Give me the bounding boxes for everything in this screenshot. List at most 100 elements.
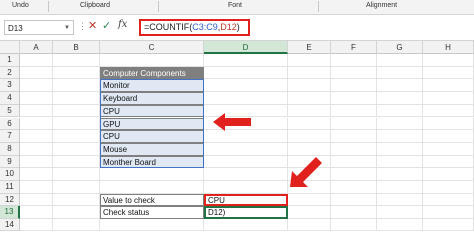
table-item-cell[interactable]: Mouse: [100, 142, 204, 156]
ribbon-group-undo[interactable]: Undo: [12, 2, 29, 9]
grid-cell[interactable]: [288, 117, 331, 131]
grid-cell[interactable]: [423, 168, 474, 181]
grid-cell[interactable]: [288, 104, 331, 118]
grid-cell[interactable]: [204, 130, 288, 143]
grid-cell[interactable]: [53, 79, 100, 93]
grid-cell[interactable]: [423, 219, 474, 232]
grid-cell[interactable]: [377, 66, 423, 80]
column-header-f[interactable]: F: [331, 41, 377, 54]
grid-cell[interactable]: [377, 117, 423, 131]
grid-cell[interactable]: [423, 181, 474, 194]
column-header-b[interactable]: B: [53, 41, 100, 54]
grid-cell[interactable]: [377, 155, 423, 169]
grid-cell[interactable]: [423, 130, 474, 143]
grid-cell[interactable]: [423, 104, 474, 118]
row-header-11[interactable]: 11: [0, 181, 20, 194]
select-all-corner[interactable]: [0, 41, 20, 54]
grid-cell[interactable]: [423, 79, 474, 93]
table-item-cell[interactable]: Monitor: [100, 79, 204, 93]
table-item-cell[interactable]: CPU: [100, 104, 204, 118]
grid-cell[interactable]: [423, 92, 474, 105]
grid-cell[interactable]: [20, 54, 53, 67]
grid-cell[interactable]: [377, 168, 423, 181]
ribbon-group-alignment[interactable]: Alignment: [366, 2, 397, 9]
grid-cell[interactable]: [204, 142, 288, 156]
grid-cell[interactable]: [377, 193, 423, 207]
value-to-check-label[interactable]: Value to check: [100, 193, 204, 207]
row-header-8[interactable]: 8: [0, 142, 20, 156]
grid-cell[interactable]: [53, 117, 100, 131]
table-item-cell[interactable]: GPU: [100, 117, 204, 131]
grid-cell[interactable]: [288, 54, 331, 67]
grid-cell[interactable]: [331, 130, 377, 143]
grid-cell[interactable]: [20, 66, 53, 80]
grid-cell[interactable]: [53, 104, 100, 118]
grid-cell[interactable]: [20, 168, 53, 181]
grid-cell[interactable]: [423, 142, 474, 156]
grid-cell[interactable]: [20, 219, 53, 232]
grid-cell[interactable]: [204, 79, 288, 93]
grid-cell[interactable]: [53, 219, 100, 232]
grid-cell[interactable]: [204, 66, 288, 80]
grid-cell[interactable]: [20, 181, 53, 194]
chevron-down-icon[interactable]: ▼: [64, 21, 70, 36]
grid-cell[interactable]: [20, 193, 53, 207]
grid-cell[interactable]: [53, 66, 100, 80]
grid-cell[interactable]: [20, 130, 53, 143]
grid-cell[interactable]: [204, 92, 288, 105]
grid-cell[interactable]: [100, 219, 204, 232]
grid-cell[interactable]: [377, 181, 423, 194]
row-header-12[interactable]: 12: [0, 193, 20, 207]
row-header-4[interactable]: 4: [0, 92, 20, 105]
column-header-h[interactable]: H: [423, 41, 474, 54]
grid-cell[interactable]: [423, 155, 474, 169]
grid-cell[interactable]: [53, 168, 100, 181]
grid-cell[interactable]: [331, 193, 377, 207]
grid-cell[interactable]: [288, 206, 331, 220]
grid-cell[interactable]: [377, 92, 423, 105]
table-item-cell[interactable]: Keyboard: [100, 92, 204, 105]
grid-cell[interactable]: [331, 104, 377, 118]
cancel-icon[interactable]: ✕: [88, 19, 97, 32]
row-header-14[interactable]: 14: [0, 219, 20, 232]
grid-cell[interactable]: [288, 79, 331, 93]
grid-cell[interactable]: [423, 117, 474, 131]
row-header-2[interactable]: 2: [0, 66, 20, 80]
table-item-cell[interactable]: Monther Board: [100, 155, 204, 169]
grid-cell[interactable]: [53, 142, 100, 156]
grid-cell[interactable]: [20, 117, 53, 131]
grid-cell[interactable]: [100, 54, 204, 67]
grid-cell[interactable]: [331, 142, 377, 156]
grid-cell[interactable]: [423, 206, 474, 220]
column-header-c[interactable]: C: [100, 41, 204, 54]
grid-cell[interactable]: [53, 155, 100, 169]
grid-cell[interactable]: [331, 117, 377, 131]
grid-cell[interactable]: [377, 130, 423, 143]
grid-cell[interactable]: [377, 79, 423, 93]
grid-cell[interactable]: [20, 142, 53, 156]
enter-check-icon[interactable]: ✓: [102, 19, 111, 32]
grid-cell[interactable]: [331, 168, 377, 181]
more-options-icon[interactable]: ⋮: [78, 21, 87, 32]
ribbon-group-clipboard[interactable]: Clipboard: [80, 2, 110, 9]
grid-cell[interactable]: [288, 92, 331, 105]
grid-cell[interactable]: [331, 181, 377, 194]
grid-cell[interactable]: [204, 181, 288, 194]
row-header-1[interactable]: 1: [0, 54, 20, 67]
grid-cell[interactable]: [377, 206, 423, 220]
table-header-cell[interactable]: Computer Components: [100, 66, 204, 80]
grid-cell[interactable]: [331, 79, 377, 93]
row-header-10[interactable]: 10: [0, 168, 20, 181]
grid-cell[interactable]: [331, 54, 377, 67]
grid-cell[interactable]: [20, 104, 53, 118]
row-header-3[interactable]: 3: [0, 79, 20, 93]
grid-cell[interactable]: [53, 193, 100, 207]
grid-cell[interactable]: [331, 92, 377, 105]
grid-cell[interactable]: [423, 54, 474, 67]
grid-cell[interactable]: [377, 219, 423, 232]
grid-cell[interactable]: [20, 92, 53, 105]
grid-cell[interactable]: [204, 219, 288, 232]
row-header-5[interactable]: 5: [0, 104, 20, 118]
grid-cell[interactable]: [204, 168, 288, 181]
column-header-g[interactable]: G: [377, 41, 423, 54]
